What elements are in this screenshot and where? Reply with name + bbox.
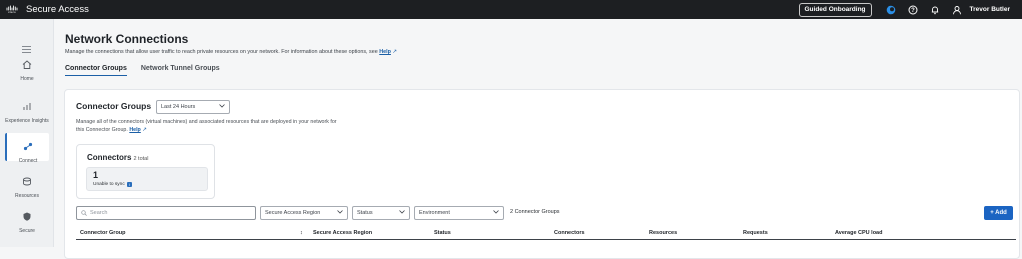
external-link-icon: ↗ <box>392 49 397 55</box>
sidebar-item-label: Connect <box>18 158 38 164</box>
sort-icon[interactable]: ↕ <box>300 230 303 236</box>
column-header-connector-group[interactable]: Connector Group <box>80 230 126 236</box>
search-icon <box>81 210 87 216</box>
panel-help-link[interactable]: Help <box>129 127 140 133</box>
unable-to-sync-count: 1 <box>93 170 99 180</box>
table-header: Connector Group ↕ Secure Access Region S… <box>76 228 1016 240</box>
svg-text:?: ? <box>911 8 915 14</box>
chevron-down-icon <box>337 210 343 216</box>
column-header-status[interactable]: Status <box>434 230 451 236</box>
add-button[interactable]: + Add <box>984 206 1013 220</box>
unable-to-sync-tile[interactable]: 1 Unable to sync i <box>86 167 208 191</box>
sidebar-item-secure[interactable]: Secure <box>5 208 49 234</box>
column-header-requests[interactable]: Requests <box>743 230 768 236</box>
user-name[interactable]: Trevor Butler <box>970 6 1010 13</box>
top-bar: cisco Secure Access Guided Onboarding ? … <box>0 0 1022 19</box>
shield-icon <box>22 208 32 226</box>
cisco-logo[interactable]: cisco <box>5 2 19 17</box>
chevron-down-icon <box>493 210 499 216</box>
column-header-resources[interactable]: Resources <box>649 230 677 236</box>
time-range-select[interactable]: Last 24 Hours <box>156 100 230 114</box>
status-filter-select[interactable]: Status <box>352 206 410 220</box>
page-title: Network Connections <box>65 32 189 46</box>
unable-to-sync-label: Unable to sync <box>93 182 125 187</box>
connect-icon <box>23 138 33 156</box>
app-title: Secure Access <box>26 4 89 15</box>
sidebar-item-label: Home <box>20 76 34 82</box>
sidebar-item-resources[interactable]: Resources <box>5 173 49 199</box>
card-title: Connectors <box>87 153 132 162</box>
page-description: Manage the connections that allow user t… <box>65 49 397 55</box>
sidebar: Home Experience Insights Connect Resourc… <box>0 19 54 247</box>
sidebar-item-label: Resources <box>15 193 39 199</box>
chevron-down-icon <box>219 104 225 110</box>
connector-groups-panel: Connector Groups Last 24 Hours Manage al… <box>64 89 1020 259</box>
panel-description: Manage all of the connectors (virtual ma… <box>76 118 346 134</box>
help-icon[interactable]: ? <box>904 0 922 19</box>
tab-network-tunnel-groups[interactable]: Network Tunnel Groups <box>141 65 220 76</box>
connectors-summary-card: Connectors 2 total 1 Unable to sync i <box>76 144 215 199</box>
sidebar-item-connect[interactable]: Connect <box>5 133 49 164</box>
region-filter-value: Secure Access Region <box>265 210 321 216</box>
home-icon <box>22 56 32 74</box>
connector-groups-count: 2 Connector Groups <box>510 209 560 215</box>
environment-filter-value: Environment <box>419 210 450 216</box>
brand-text: cisco <box>8 10 16 14</box>
column-header-region[interactable]: Secure Access Region <box>313 230 372 236</box>
sidebar-item-label: Secure <box>19 228 35 234</box>
tab-connector-groups[interactable]: Connector Groups <box>65 65 127 76</box>
tab-bar: Connector Groups Network Tunnel Groups <box>65 65 234 76</box>
time-range-value: Last 24 Hours <box>161 104 196 110</box>
user-icon[interactable] <box>948 0 966 19</box>
status-filter-value: Status <box>357 210 373 216</box>
guided-onboarding-button[interactable]: Guided Onboarding <box>798 2 872 17</box>
search-input[interactable]: Search <box>76 206 256 220</box>
search-placeholder: Search <box>90 210 108 216</box>
external-link-icon: ↗ <box>142 127 147 133</box>
sidebar-item-experience-insights[interactable]: Experience Insights <box>5 98 49 124</box>
resources-icon <box>22 173 32 191</box>
bell-icon[interactable] <box>926 0 944 19</box>
chevron-down-icon <box>399 210 405 216</box>
insights-icon <box>22 98 32 116</box>
sidebar-item-label: Experience Insights <box>5 118 49 124</box>
card-total: 2 total <box>133 156 149 162</box>
help-link[interactable]: Help <box>379 49 391 55</box>
sidebar-item-home[interactable]: Home <box>5 56 49 82</box>
region-filter-select[interactable]: Secure Access Region <box>260 206 348 220</box>
assistant-icon[interactable] <box>882 0 900 19</box>
column-header-avg-cpu[interactable]: Average CPU load <box>835 230 882 236</box>
environment-filter-select[interactable]: Environment <box>414 206 504 220</box>
page-description-text: Manage the connections that allow user t… <box>65 49 378 55</box>
info-badge-icon: i <box>126 182 132 187</box>
column-header-connectors[interactable]: Connectors <box>554 230 585 236</box>
panel-description-text: Manage all of the connectors (virtual ma… <box>76 119 337 133</box>
panel-title: Connector Groups <box>76 101 152 111</box>
